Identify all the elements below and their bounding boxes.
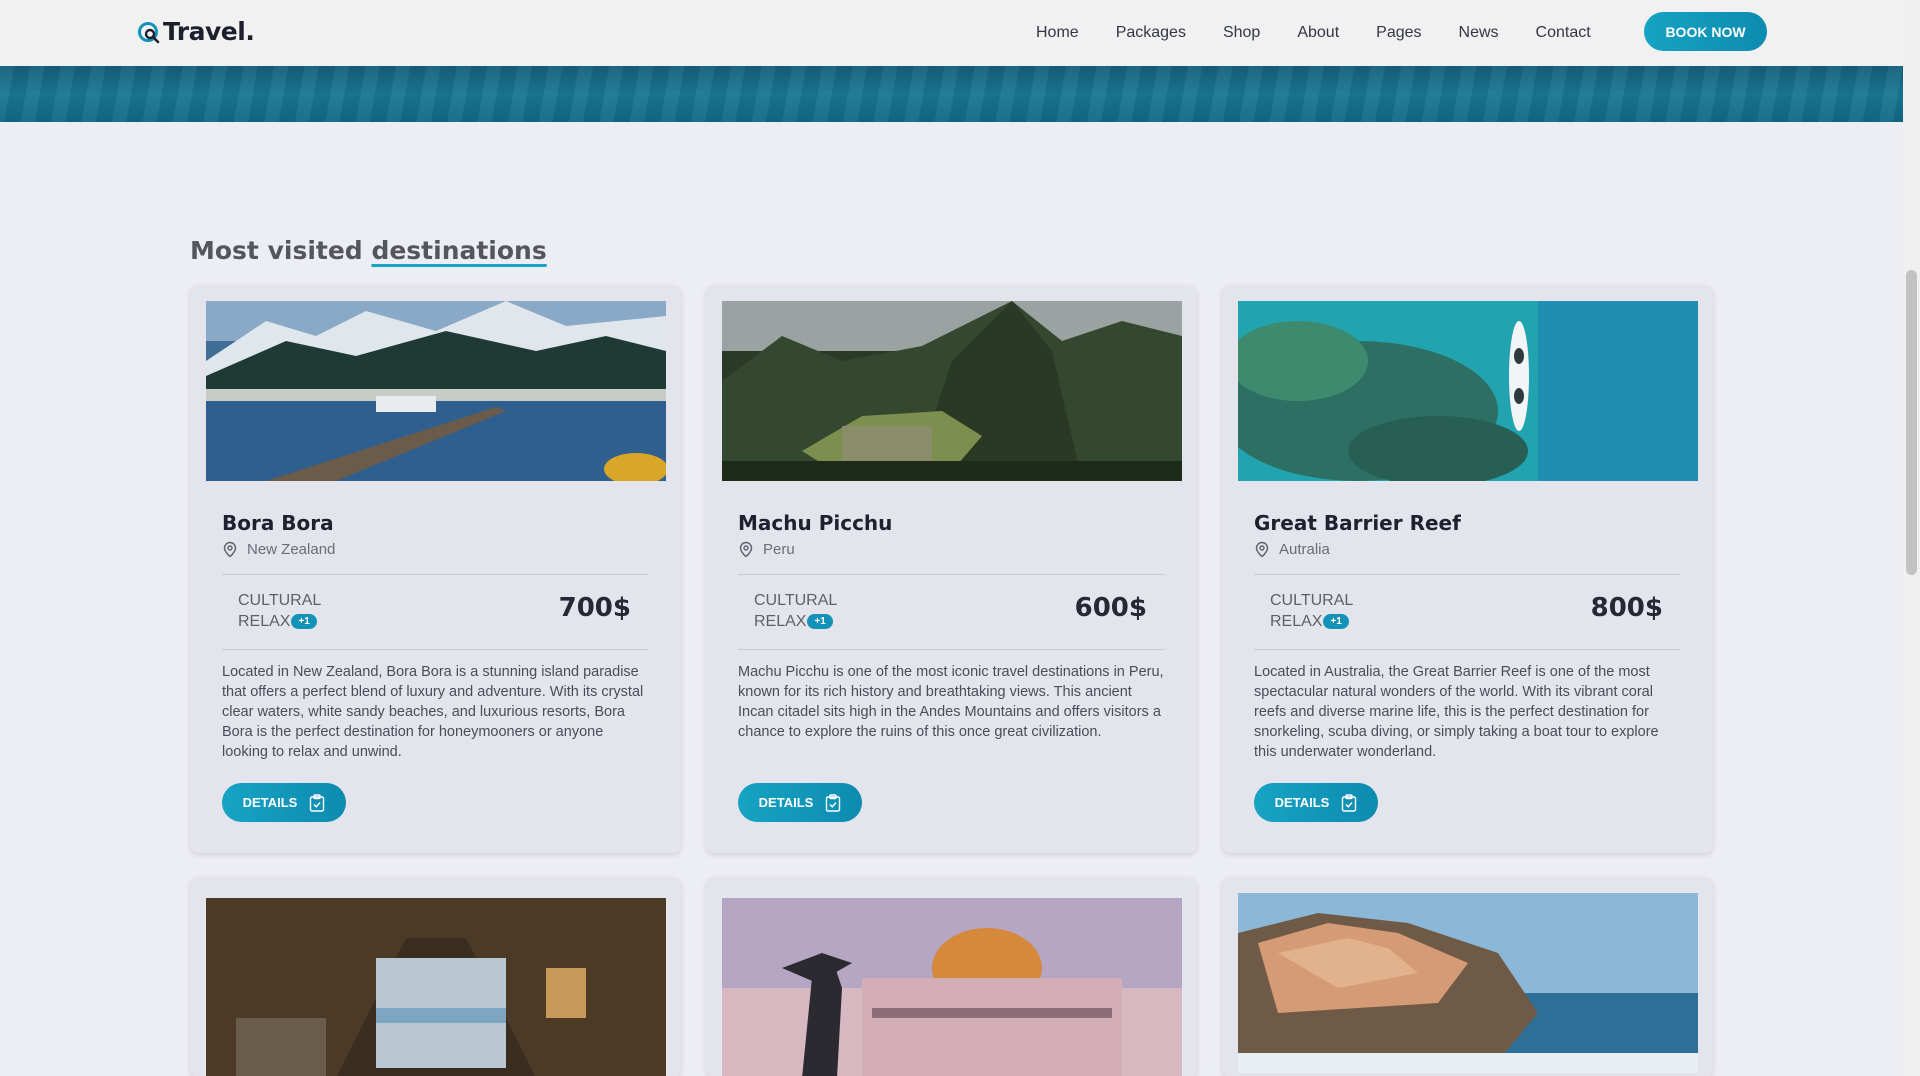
location-pin-icon [223, 541, 237, 558]
clipboard-check-icon [1342, 793, 1357, 812]
clipboard-check-icon [310, 793, 325, 812]
details-button[interactable]: DETAILS [1254, 783, 1378, 822]
destination-location: Peru [738, 541, 795, 558]
clipboard-check-icon [826, 793, 841, 812]
destination-card [706, 877, 1197, 1076]
price: 600$ [1074, 593, 1147, 623]
nav-news[interactable]: News [1459, 24, 1499, 42]
scrollbar-thumb[interactable] [1906, 270, 1917, 575]
location-pin-icon [739, 541, 753, 558]
destination-description: Located in Australia, the Great Barrier … [1254, 664, 1659, 760]
destination-location: Autralia [1254, 541, 1330, 558]
destination-name: Bora Bora [222, 511, 334, 535]
divider [222, 649, 649, 650]
section-title: Most visited destinations [190, 236, 547, 265]
tag-cultural: CULTURAL [1270, 592, 1354, 609]
nav-pages[interactable]: Pages [1376, 24, 1421, 42]
tags: CULTURAL RELAX +1 [754, 590, 837, 632]
location-text: Autralia [1279, 541, 1330, 558]
tag-count-badge[interactable]: +1 [291, 614, 317, 630]
destination-description: Machu Picchu is one of the most iconic t… [738, 664, 1164, 740]
destination-card: Great Barrier Reef Autralia CULTURAL REL… [1222, 285, 1713, 853]
price: 800$ [1590, 593, 1663, 623]
tag-cultural: CULTURAL [238, 592, 322, 609]
tag-count-badge[interactable]: +1 [1323, 614, 1349, 630]
tag-cultural: CULTURAL [754, 592, 838, 609]
tag-relax: RELAX [754, 613, 807, 630]
price: 700$ [558, 593, 631, 623]
details-label: DETAILS [1274, 795, 1330, 810]
destination-name: Machu Picchu [738, 511, 893, 535]
divider [1254, 574, 1681, 575]
main-nav: Home Packages Shop About Pages News Cont… [1036, 0, 1628, 66]
destination-description: Located in New Zealand, Bora Bora is a s… [222, 664, 644, 760]
location-pin-icon [1255, 541, 1269, 558]
destination-image [206, 301, 666, 481]
destination-card: Machu Picchu Peru CULTURAL RELAX +1 600$ … [706, 285, 1197, 853]
details-button[interactable]: DETAILS [738, 783, 862, 822]
destination-name: Great Barrier Reef [1254, 511, 1461, 535]
destination-image [1238, 893, 1698, 1073]
divider [738, 649, 1165, 650]
destination-image [1238, 301, 1698, 481]
destination-location: New Zealand [222, 541, 335, 558]
tags: CULTURAL RELAX +1 [1270, 590, 1353, 632]
nav-shop[interactable]: Shop [1223, 24, 1260, 42]
destination-card: Bora Bora New Zealand CULTURAL RELAX +1 7… [190, 285, 681, 853]
nav-about[interactable]: About [1297, 24, 1339, 42]
location-text: New Zealand [247, 541, 336, 558]
tag-count-badge[interactable]: +1 [807, 614, 833, 630]
nav-home[interactable]: Home [1036, 24, 1079, 42]
tag-relax: RELAX [1270, 613, 1323, 630]
details-label: DETAILS [242, 795, 298, 810]
destination-image [722, 301, 1182, 481]
logo-text: Travel. [163, 17, 255, 46]
details-button[interactable]: DETAILS [222, 783, 346, 822]
page-scrollbar[interactable] [1903, 0, 1920, 1076]
divider [222, 574, 649, 575]
globe-search-icon [138, 21, 160, 43]
hero-banner-image [0, 66, 1903, 122]
nav-packages[interactable]: Packages [1116, 24, 1186, 42]
divider [738, 574, 1165, 575]
section-title-prefix: Most visited [190, 236, 363, 265]
tag-relax: RELAX [238, 613, 291, 630]
destination-image [206, 898, 666, 1076]
location-text: Peru [763, 541, 795, 558]
tags: CULTURAL RELAX +1 [238, 590, 321, 632]
destination-image [722, 898, 1182, 1076]
top-navbar: Travel. Home Packages Shop About Pages N… [0, 0, 1903, 66]
details-label: DETAILS [758, 795, 814, 810]
divider [1254, 649, 1681, 650]
section-title-accent: destinations [371, 236, 547, 265]
destination-card [190, 877, 681, 1076]
book-now-button[interactable]: BOOK NOW [1644, 12, 1767, 51]
destination-card [1222, 877, 1713, 1076]
nav-contact[interactable]: Contact [1536, 24, 1591, 42]
site-logo[interactable]: Travel. [137, 17, 255, 46]
